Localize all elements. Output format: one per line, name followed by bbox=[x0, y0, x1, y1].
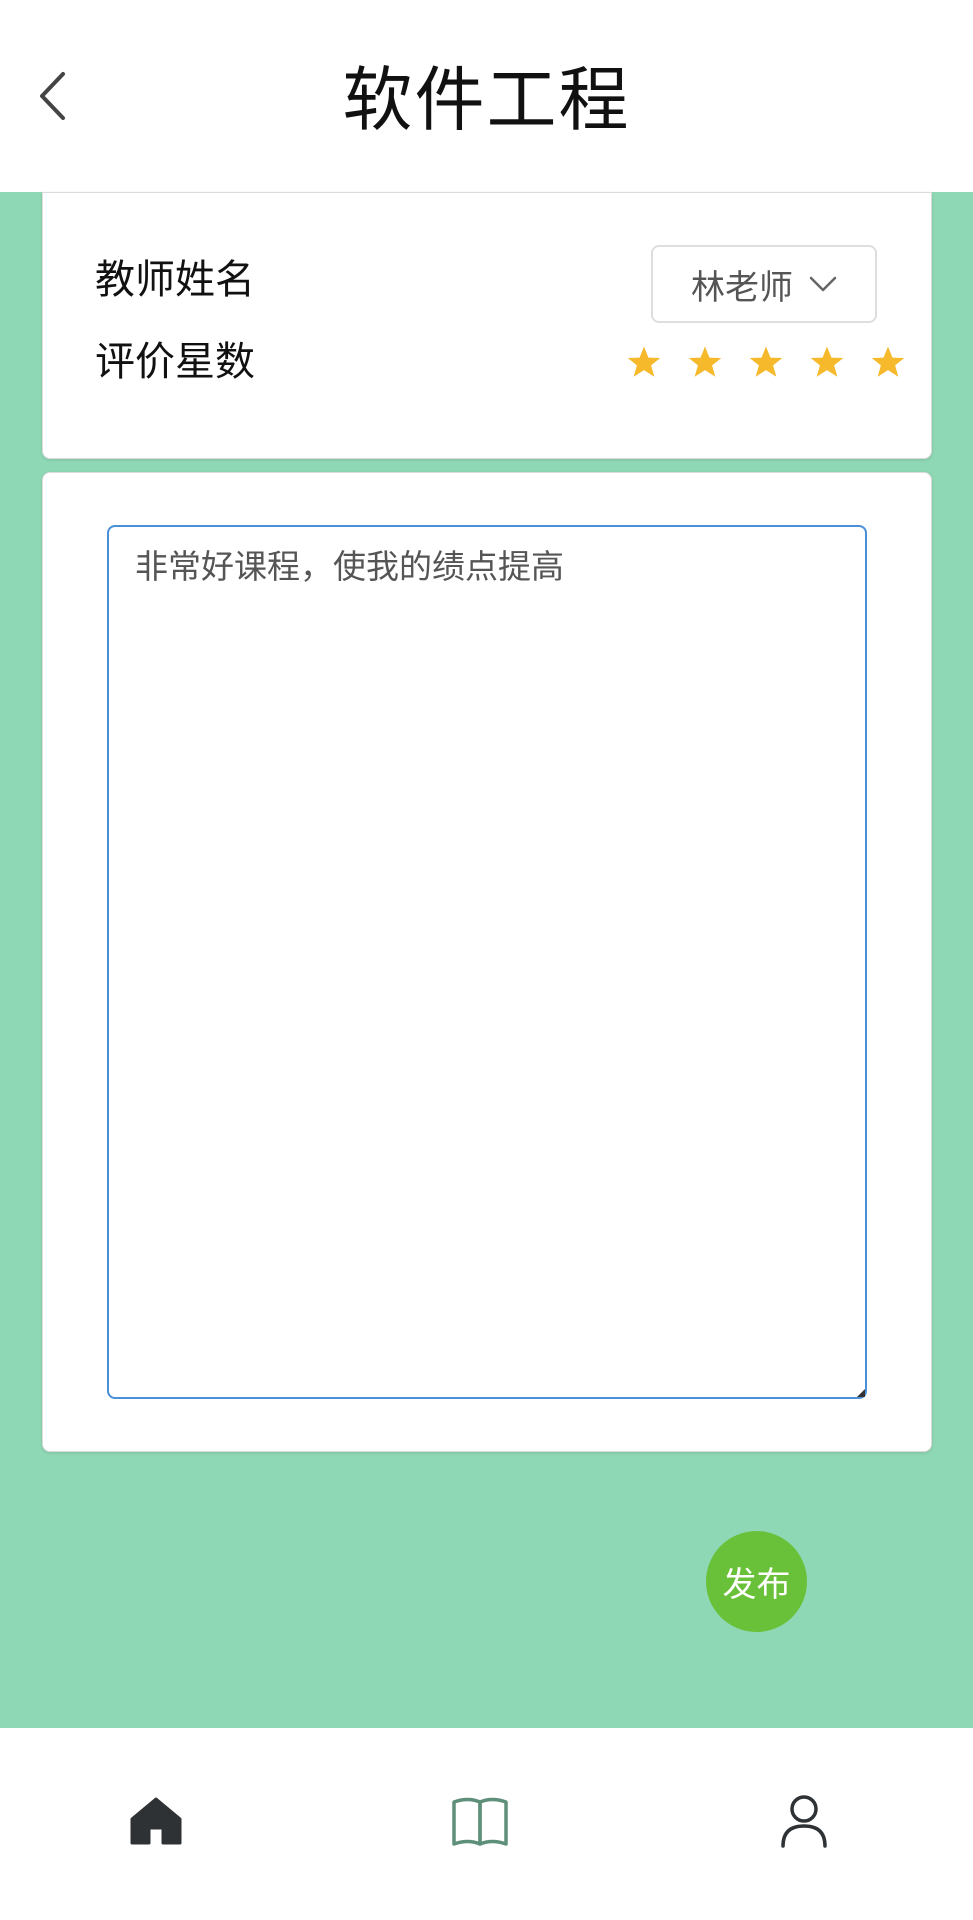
star-icon[interactable] bbox=[857, 334, 918, 390]
nav-home[interactable] bbox=[121, 1786, 191, 1856]
teacher-select-value: 林老师 bbox=[691, 267, 793, 308]
teacher-name-label: 教师姓名 bbox=[95, 257, 255, 303]
star-icon[interactable] bbox=[735, 334, 796, 390]
star-rating[interactable] bbox=[613, 334, 918, 390]
star-icon[interactable] bbox=[613, 334, 674, 390]
header: 软件工程 bbox=[0, 0, 973, 192]
teacher-rating-card: 教师姓名 林老师 评价星数 bbox=[42, 192, 932, 459]
publish-button[interactable]: 发布 bbox=[706, 1531, 807, 1632]
chevron-down-icon bbox=[809, 276, 837, 292]
page-title: 软件工程 bbox=[342, 59, 631, 141]
rating-label: 评价星数 bbox=[95, 339, 255, 385]
user-icon bbox=[781, 1795, 827, 1848]
nav-courses[interactable] bbox=[445, 1786, 515, 1856]
resize-handle-icon[interactable] bbox=[857, 1389, 865, 1397]
teacher-select[interactable]: 林老师 bbox=[651, 245, 877, 323]
comment-textarea[interactable]: 非常好课程，使我的绩点提高 bbox=[107, 525, 867, 1399]
star-icon[interactable] bbox=[796, 334, 857, 390]
star-icon[interactable] bbox=[674, 334, 735, 390]
comment-text: 非常好课程，使我的绩点提高 bbox=[135, 547, 564, 586]
book-icon bbox=[452, 1797, 508, 1846]
comment-card: 非常好课程，使我的绩点提高 bbox=[42, 472, 932, 1452]
bottom-nav bbox=[0, 1728, 973, 1920]
home-icon bbox=[130, 1797, 182, 1845]
nav-profile[interactable] bbox=[769, 1786, 839, 1856]
